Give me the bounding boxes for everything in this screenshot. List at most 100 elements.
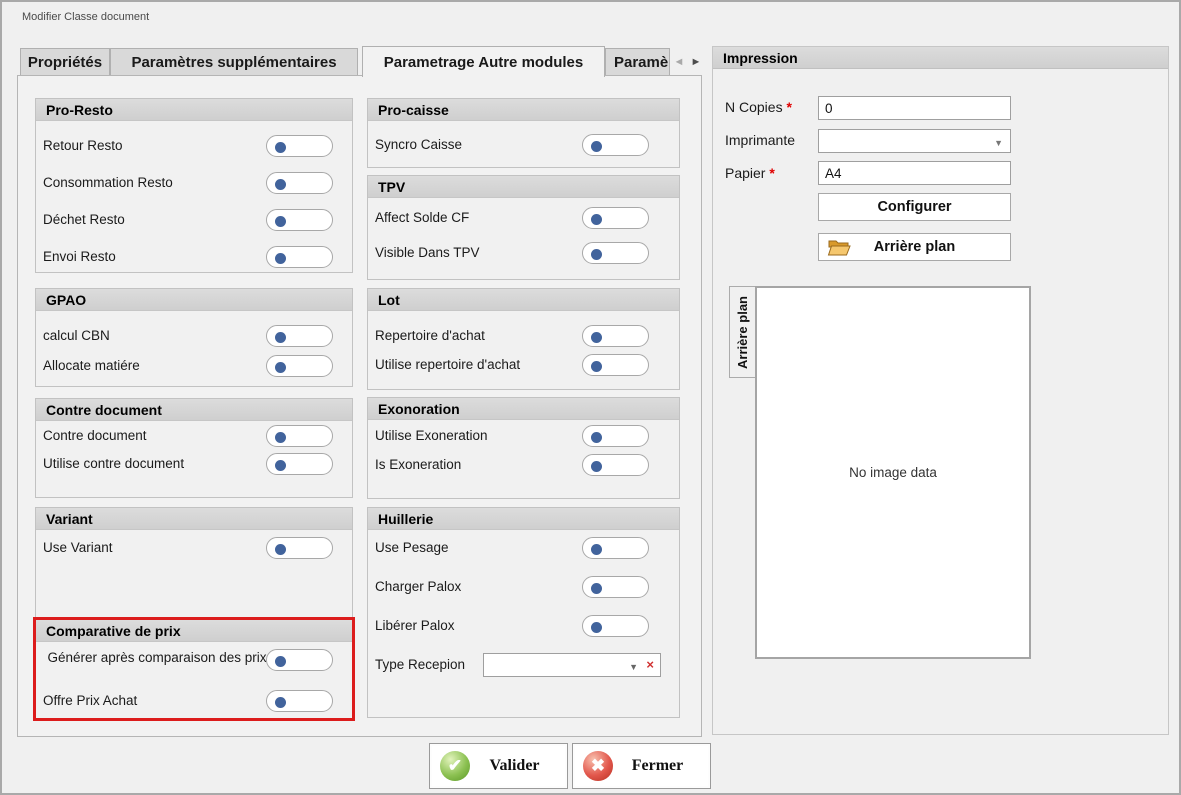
toggle-knob bbox=[275, 215, 286, 227]
toggle-knob bbox=[275, 361, 286, 373]
toggle-visible-dans-tpv[interactable] bbox=[582, 242, 649, 264]
toggle-knob bbox=[591, 582, 602, 594]
arriere-plan-button[interactable]: Arrière plan bbox=[818, 233, 1011, 261]
label-text: Imprimante bbox=[725, 132, 796, 148]
toggle-knob bbox=[591, 543, 602, 555]
toggle-syncro-caisse[interactable] bbox=[582, 134, 649, 156]
toggle-knob bbox=[591, 213, 602, 225]
toggle-liberer-palox[interactable] bbox=[582, 615, 649, 637]
toggle-knob bbox=[591, 140, 602, 152]
clear-icon[interactable]: × bbox=[646, 657, 654, 672]
toggle-knob bbox=[591, 360, 602, 372]
toggle-knob bbox=[275, 252, 286, 264]
group-title: Pro-caisse bbox=[368, 99, 679, 121]
dropdown-arrow-icon[interactable]: ▼ bbox=[629, 662, 638, 672]
toggle-knob bbox=[591, 460, 602, 472]
toggle-knob bbox=[275, 655, 286, 667]
toggle-knob bbox=[275, 459, 286, 471]
row-label: Consommation Resto bbox=[43, 175, 173, 190]
row-label: Utilise repertoire d'achat bbox=[375, 357, 521, 372]
folder-icon bbox=[827, 240, 851, 256]
group-contre-document: Contre document Contre document Utilise … bbox=[35, 398, 353, 498]
group-variant: Variant Use Variant bbox=[35, 507, 353, 621]
n-copies-input[interactable] bbox=[818, 96, 1011, 120]
row-label: Offre Prix Achat bbox=[43, 693, 138, 708]
group-title: TPV bbox=[368, 176, 679, 198]
group-tpv: TPV Affect Solde CF Visible Dans TPV bbox=[367, 175, 680, 280]
toggle-knob bbox=[275, 696, 286, 708]
tab-truncated[interactable]: Paramè bbox=[605, 48, 670, 76]
toggle-contre-document[interactable] bbox=[266, 425, 333, 447]
row-label: Retour Resto bbox=[43, 138, 123, 153]
tab-scroll-left-icon[interactable]: ◄ bbox=[672, 54, 686, 70]
toggle-knob bbox=[275, 331, 286, 343]
check-icon: ✔ bbox=[440, 751, 470, 781]
group-title: Huillerie bbox=[368, 508, 679, 530]
button-label: Arrière plan bbox=[873, 239, 956, 255]
toggle-utilise-contre-document[interactable] bbox=[266, 453, 333, 475]
button-label: Valider bbox=[489, 757, 540, 774]
row-label: Syncro Caisse bbox=[375, 137, 463, 152]
tab-arriere-plan-vertical[interactable]: Arrière plan bbox=[729, 286, 756, 378]
label-text: Papier bbox=[725, 165, 766, 181]
row-label: Utilise contre document bbox=[43, 456, 185, 471]
toggle-affect-solde-cf[interactable] bbox=[582, 207, 649, 229]
toggle-repertoire-achat[interactable] bbox=[582, 325, 649, 347]
dialog-modifier-classe-document: Modifier Classe document Propriétés Para… bbox=[0, 0, 1181, 795]
toggle-dechet-resto[interactable] bbox=[266, 209, 333, 231]
group-pro-resto: Pro-Resto Retour Resto Consommation Rest… bbox=[35, 98, 353, 273]
row-label: Déchet Resto bbox=[43, 212, 125, 227]
toggle-knob bbox=[275, 178, 286, 190]
toggle-calcul-cbn[interactable] bbox=[266, 325, 333, 347]
background-preview-area: No image data bbox=[755, 286, 1031, 659]
toggle-consommation-resto[interactable] bbox=[266, 172, 333, 194]
toggle-charger-palox[interactable] bbox=[582, 576, 649, 598]
tab-parametres-supplementaires[interactable]: Paramètres supplémentaires bbox=[110, 48, 358, 76]
imprimante-select[interactable]: ▼ bbox=[818, 129, 1011, 153]
fermer-button[interactable]: ✖ Fermer bbox=[572, 743, 711, 789]
impression-title: Impression bbox=[713, 47, 1168, 69]
toggle-use-pesage[interactable] bbox=[582, 537, 649, 559]
dropdown-arrow-icon[interactable]: ▼ bbox=[994, 138, 1003, 148]
toggle-envoi-resto[interactable] bbox=[266, 246, 333, 268]
toggle-generer-apres-comparaison[interactable] bbox=[266, 649, 333, 671]
group-title: Contre document bbox=[36, 399, 352, 421]
toggle-utilise-repertoire-achat[interactable] bbox=[582, 354, 649, 376]
toggle-use-variant[interactable] bbox=[266, 537, 333, 559]
toggle-knob bbox=[591, 248, 602, 260]
row-label: Charger Palox bbox=[375, 579, 462, 594]
toggle-knob bbox=[591, 431, 602, 443]
group-title: Pro-Resto bbox=[36, 99, 352, 121]
row-label: Envoi Resto bbox=[43, 249, 116, 264]
row-label: Contre document bbox=[43, 428, 147, 443]
tab-proprietes[interactable]: Propriétés bbox=[20, 48, 110, 76]
row-label: Libérer Palox bbox=[375, 618, 455, 633]
required-asterisk: * bbox=[769, 165, 775, 181]
toggle-allocate-matiere[interactable] bbox=[266, 355, 333, 377]
toggle-is-exoneration[interactable] bbox=[582, 454, 649, 476]
configurer-button[interactable]: Configurer bbox=[818, 193, 1011, 221]
valider-button[interactable]: ✔ Valider bbox=[429, 743, 568, 789]
toggle-knob bbox=[591, 331, 602, 343]
type-recepion-select[interactable]: ▼ × bbox=[483, 653, 661, 677]
toggle-offre-prix-achat[interactable] bbox=[266, 690, 333, 712]
group-title: GPAO bbox=[36, 289, 352, 311]
tab-label: Arrière plan bbox=[735, 295, 750, 369]
row-label: Allocate matiére bbox=[43, 358, 140, 373]
row-label: Utilise Exoneration bbox=[375, 428, 488, 443]
label-text: N Copies bbox=[725, 99, 783, 115]
no-image-text: No image data bbox=[849, 465, 937, 480]
tab-scroll-right-icon[interactable]: ► bbox=[689, 54, 703, 70]
close-icon: ✖ bbox=[583, 751, 613, 781]
toggle-knob bbox=[275, 543, 286, 555]
group-pro-caisse: Pro-caisse Syncro Caisse bbox=[367, 98, 680, 168]
tab-parametrage-autre-modules[interactable]: Parametrage Autre modules bbox=[362, 46, 605, 77]
papier-input[interactable] bbox=[818, 161, 1011, 185]
toggle-utilise-exoneration[interactable] bbox=[582, 425, 649, 447]
toggle-retour-resto[interactable] bbox=[266, 135, 333, 157]
impression-panel: Impression N Copies * Imprimante ▼ Papie… bbox=[712, 46, 1169, 735]
row-label: Use Variant bbox=[43, 540, 113, 555]
papier-label: Papier * bbox=[725, 165, 775, 181]
group-title: Lot bbox=[368, 289, 679, 311]
row-label: Générer après comparaison des prix bbox=[47, 650, 267, 665]
